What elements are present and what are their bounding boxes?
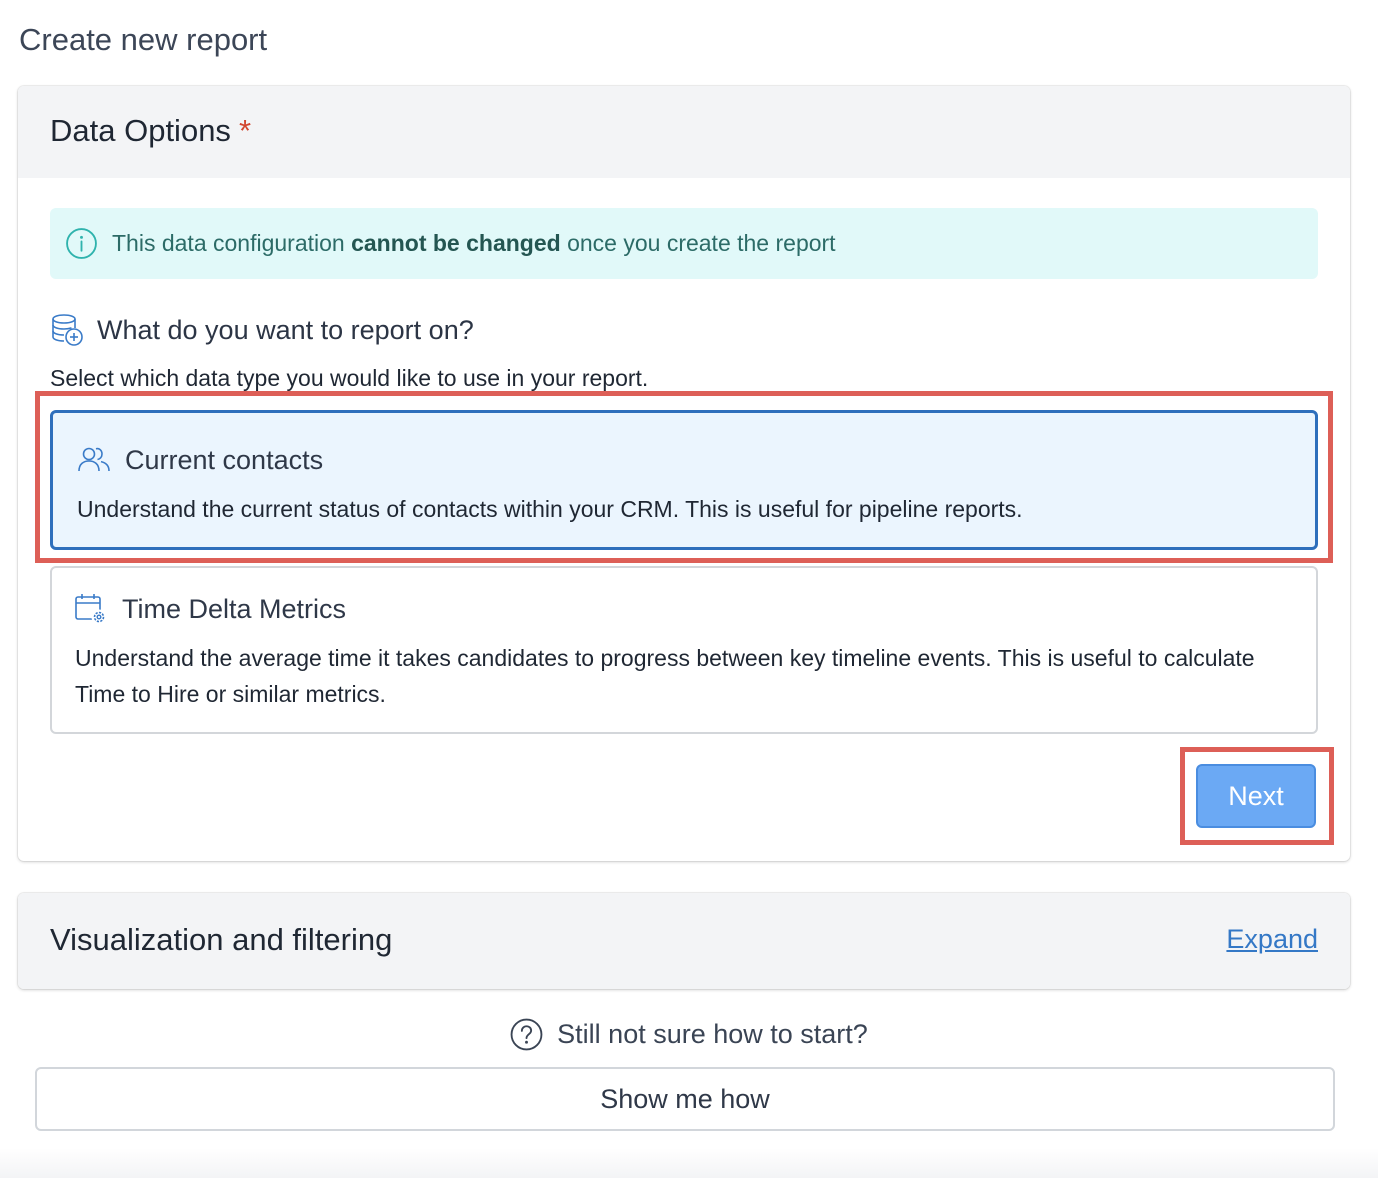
calendar-gear-icon [75, 594, 107, 625]
report-on-question: What do you want to report on? [97, 314, 474, 345]
option-title-row: Current contacts [77, 443, 323, 477]
footer-bar [0, 1148, 1378, 1178]
info-banner-text: This data configuration cannot be change… [112, 230, 836, 257]
info-text-before: This data configuration [112, 230, 352, 256]
visualization-header: Visualization and filtering Expand [18, 893, 1350, 989]
data-options-header: Data Options * [18, 86, 1350, 178]
option-time-delta-metrics[interactable]: Time Delta Metrics Understand the averag… [50, 566, 1318, 734]
required-marker: * [238, 113, 252, 148]
data-options-title-text: Data Options [50, 113, 231, 148]
info-text-after: once you create the report [560, 230, 836, 256]
next-button[interactable]: Next [1196, 764, 1316, 828]
data-options-panel: Data Options * This data configuration ca… [18, 86, 1350, 861]
help-text: Still not sure how to start? [557, 1019, 868, 1049]
info-icon [66, 228, 97, 259]
data-options-title: Data Options * [50, 113, 251, 149]
visualization-panel: Visualization and filtering Expand [18, 893, 1350, 989]
help-row: Still not sure how to start? [0, 1018, 1378, 1051]
option-title: Current contacts [125, 444, 324, 475]
info-banner: This data configuration cannot be change… [50, 208, 1318, 279]
page-title: Create new report [19, 22, 268, 57]
option-current-contacts[interactable]: Current contacts Understand the current … [50, 410, 1318, 550]
expand-link[interactable]: Expand [1226, 924, 1318, 955]
option-description: Understand the current status of contact… [77, 496, 1023, 522]
question-circle-icon [510, 1018, 543, 1051]
users-icon [78, 447, 110, 472]
option-title-row: Time Delta Metrics [74, 592, 346, 626]
report-on-subtext: Select which data type you would like to… [50, 365, 649, 391]
info-text-bold: cannot be changed [351, 230, 561, 256]
show-me-how-button[interactable]: Show me how [35, 1067, 1335, 1131]
option-description: Understand the average time it takes can… [75, 645, 1255, 707]
database-add-icon [52, 314, 83, 346]
visualization-title: Visualization and filtering [50, 922, 393, 957]
option-title: Time Delta Metrics [122, 593, 347, 624]
report-on-heading: What do you want to report on? [50, 312, 474, 348]
